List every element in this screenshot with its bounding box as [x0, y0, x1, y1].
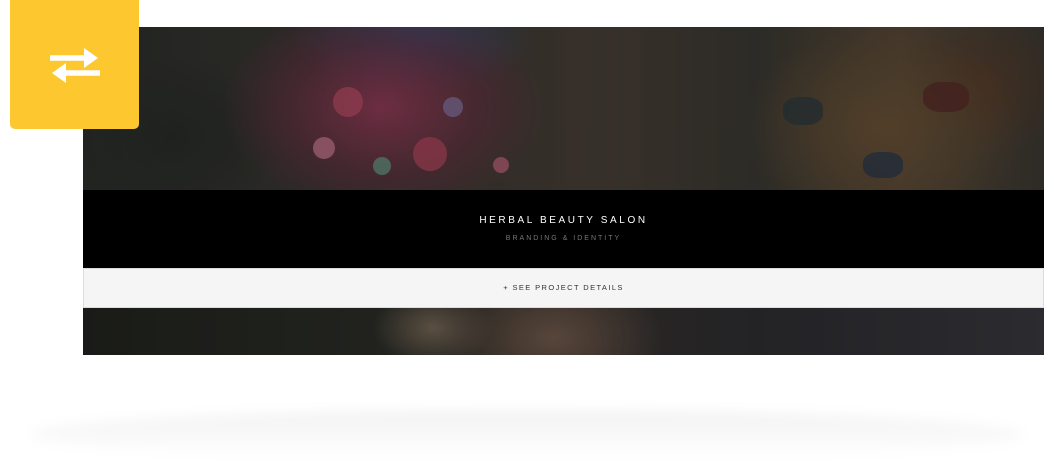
project-photo-top[interactable]	[83, 27, 1044, 190]
card-shadow	[30, 410, 1024, 460]
portfolio-card[interactable]: HERBAL BEAUTY SALON BRANDING & IDENTITY …	[83, 27, 1044, 355]
swap-arrows-icon	[49, 47, 100, 83]
project-category: BRANDING & IDENTITY	[505, 235, 622, 242]
project-photo-bottom[interactable]	[83, 308, 1044, 355]
page: HERBAL BEAUTY SALON BRANDING & IDENTITY …	[0, 0, 1054, 469]
project-title: HERBAL BEAUTY SALON	[479, 215, 648, 226]
swap-button[interactable]	[10, 0, 139, 129]
see-project-details-button[interactable]: + SEE PROJECT DETAILS	[83, 268, 1044, 308]
project-caption: HERBAL BEAUTY SALON BRANDING & IDENTITY	[83, 190, 1044, 268]
